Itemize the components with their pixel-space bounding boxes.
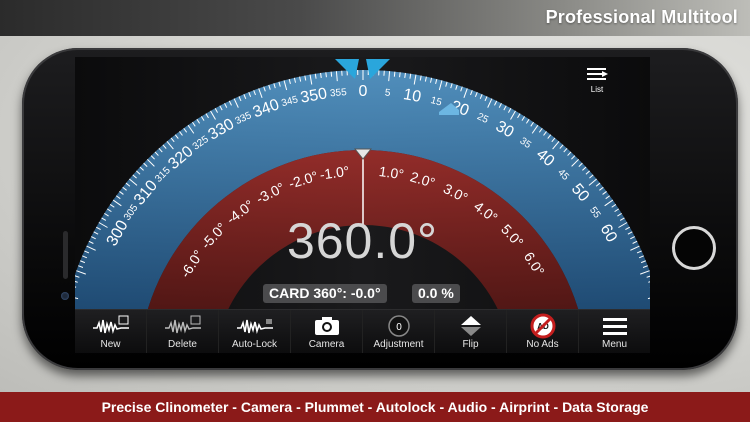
- dial-tick: [325, 72, 327, 78]
- headline: Professional Multitool: [545, 7, 738, 27]
- menu-button[interactable]: Menu: [579, 310, 650, 353]
- flip-label: Flip: [462, 339, 479, 350]
- bottom-toolbar: New Delete Auto-Lock Camera 0 Adjustment…: [75, 309, 650, 353]
- auto-lock-button[interactable]: Auto-Lock: [219, 310, 291, 353]
- waveform-new-icon: [92, 315, 129, 334]
- waveform-lock-icon: [236, 319, 273, 334]
- delete-button[interactable]: Delete: [147, 310, 219, 353]
- camera-icon: [314, 317, 339, 335]
- dial-tick: [320, 72, 322, 78]
- dial-tick: [404, 72, 406, 78]
- auto-lock-label: Auto-Lock: [231, 339, 278, 350]
- new-label: New: [100, 339, 121, 350]
- degree-tick-label: 0: [359, 83, 368, 100]
- adjustment-icon: 0: [387, 315, 410, 337]
- degree-tick-label: 10: [402, 86, 423, 106]
- degree-tick-label: 355: [330, 87, 348, 99]
- feature-banner: Precise Clinometer - Camera - Plummet - …: [0, 392, 750, 422]
- list-label: List: [590, 85, 604, 94]
- no-ads-label: No Ads: [526, 339, 559, 350]
- flip-icon: [460, 316, 481, 336]
- list-icon: [587, 68, 608, 80]
- delete-label: Delete: [168, 339, 197, 350]
- new-button[interactable]: New: [75, 310, 147, 353]
- menu-label: Menu: [601, 339, 627, 350]
- adjustment-value: 0: [396, 322, 402, 333]
- dial-tick: [399, 72, 401, 78]
- list-button[interactable]: List: [579, 65, 615, 99]
- angle-readout: 360.0°: [286, 213, 439, 269]
- percent-readout: 0.0 %: [412, 284, 460, 303]
- menu-icon: [602, 318, 627, 335]
- card-360-readout: CARD 360°: -0.0°: [263, 284, 387, 303]
- flip-button[interactable]: Flip: [435, 310, 507, 353]
- home-button[interactable]: [672, 226, 716, 270]
- camera-label: Camera: [308, 339, 345, 350]
- no-ads-icon: AD: [530, 313, 555, 339]
- dial-tick: [330, 71, 333, 77]
- camera-button[interactable]: Camera: [291, 310, 363, 353]
- adjustment-button[interactable]: 0 Adjustment: [363, 310, 435, 353]
- speaker-grille: [63, 231, 68, 279]
- app-screen: 1.0° 2.0° 3.0° 4.0° 5.0° 6.0° -1.0° -2.0° -3.0° -…: [75, 57, 650, 353]
- adjustment-label: Adjustment: [373, 339, 424, 350]
- no-ads-button[interactable]: AD No Ads: [507, 310, 579, 353]
- dial-tick: [393, 71, 396, 77]
- front-camera: [61, 292, 69, 300]
- waveform-delete-icon: [164, 315, 201, 334]
